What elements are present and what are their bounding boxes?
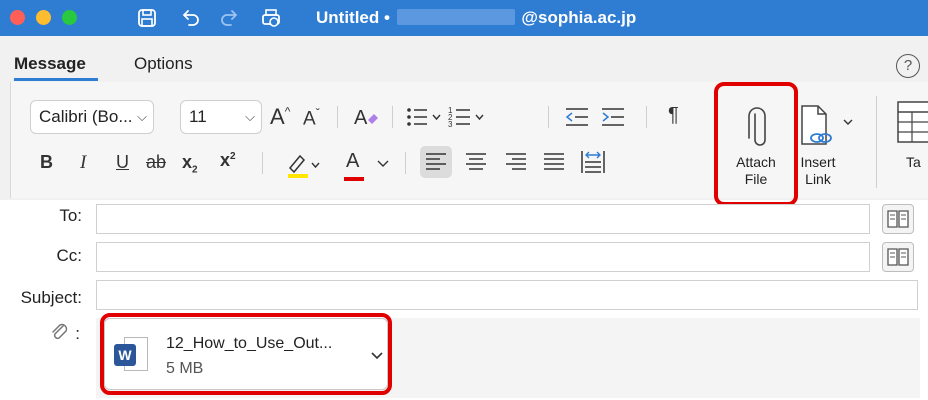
grow-font-button[interactable]: A^ xyxy=(270,104,290,130)
subject-field[interactable] xyxy=(96,280,918,310)
decrease-indent-icon[interactable] xyxy=(564,104,590,130)
address-book-icon xyxy=(887,248,909,266)
bold-button[interactable]: B xyxy=(40,152,53,173)
to-label: To: xyxy=(59,206,82,225)
minimize-window-button[interactable] xyxy=(36,10,51,25)
ribbon-separator xyxy=(548,106,549,128)
superscript-label: x xyxy=(220,150,231,170)
zoom-window-button[interactable] xyxy=(62,10,77,25)
font-color-button[interactable]: A xyxy=(344,150,364,181)
clear-formatting-icon[interactable]: A xyxy=(352,104,380,130)
insert-link-label-1: Insert xyxy=(800,154,836,170)
cc-label: Cc: xyxy=(56,246,83,265)
window-title: Untitled • @sophia.ac.jp xyxy=(316,8,636,28)
numbering-icon[interactable]: 1 2 3 xyxy=(448,104,490,130)
help-icon[interactable]: ? xyxy=(896,54,920,78)
subscript-button[interactable]: x2 xyxy=(182,152,198,176)
font-name-value: Calibri (Bo... xyxy=(39,107,133,126)
increase-indent-icon[interactable] xyxy=(600,104,626,130)
insert-link-icon[interactable] xyxy=(800,104,860,150)
justify-icon[interactable] xyxy=(542,150,566,174)
to-address-book-button[interactable] xyxy=(882,204,914,234)
svg-text:3: 3 xyxy=(448,120,453,129)
tab-message[interactable]: Message xyxy=(14,54,86,74)
superscript-button[interactable]: x2 xyxy=(220,150,236,171)
font-color-swatch xyxy=(344,177,364,181)
tab-options[interactable]: Options xyxy=(134,54,193,74)
highlight-box-attach xyxy=(714,82,798,206)
chevron-down-icon[interactable] xyxy=(376,158,390,170)
table-button-label[interactable]: Ta xyxy=(906,154,928,171)
title-bar: Untitled • @sophia.ac.jp xyxy=(0,0,928,36)
close-window-button[interactable] xyxy=(10,10,25,25)
subscript-label: x xyxy=(182,152,193,172)
bullets-icon[interactable] xyxy=(405,104,445,130)
highlight-icon[interactable] xyxy=(284,150,324,180)
attachment-label: : xyxy=(75,324,80,343)
highlight-box-attachment xyxy=(100,313,392,395)
save-icon[interactable] xyxy=(136,7,158,29)
ribbon-separator xyxy=(337,106,338,128)
font-size-select[interactable]: 11 ⌵ xyxy=(180,100,262,134)
ribbon-separator xyxy=(262,152,263,174)
show-formatting-button[interactable]: ¶ xyxy=(668,104,679,127)
subject-label: Subject: xyxy=(20,288,82,307)
table-icon[interactable] xyxy=(896,100,928,146)
undo-icon[interactable] xyxy=(180,7,202,29)
ribbon-separator xyxy=(876,96,877,188)
strikethrough-button[interactable]: ab xyxy=(146,152,166,173)
ribbon-separator xyxy=(392,106,393,128)
to-field[interactable] xyxy=(96,204,870,234)
italic-button[interactable]: I xyxy=(80,152,86,174)
redo-icon[interactable] xyxy=(218,7,240,29)
redacted-email xyxy=(396,9,515,25)
cc-address-book-button[interactable] xyxy=(882,242,914,272)
grow-font-label: A xyxy=(270,104,285,129)
window-title-prefix: Untitled • xyxy=(316,8,390,27)
ribbon-tabs: Message Options xyxy=(0,36,928,82)
shrink-font-label: A xyxy=(303,108,316,130)
distributed-icon[interactable] xyxy=(580,148,606,176)
insert-link-label-2: Link xyxy=(805,171,831,187)
active-tab-indicator xyxy=(14,78,98,81)
insert-link-button[interactable]: Insert Link xyxy=(796,154,840,188)
shrink-font-button[interactable]: Aˇ xyxy=(303,106,320,130)
cc-field[interactable] xyxy=(96,242,870,272)
chevron-down-icon: ⌵ xyxy=(245,109,255,124)
font-name-select[interactable]: Calibri (Bo... ⌵ xyxy=(30,100,154,134)
ribbon-separator xyxy=(405,152,406,174)
address-book-icon xyxy=(887,210,909,228)
font-color-label: A xyxy=(346,150,360,172)
paperclip-icon xyxy=(52,323,68,340)
align-center-icon[interactable] xyxy=(464,150,488,174)
font-size-value: 11 xyxy=(189,107,207,126)
window-title-suffix: @sophia.ac.jp xyxy=(521,8,637,27)
ribbon-separator xyxy=(646,106,647,128)
svg-text:A: A xyxy=(354,107,368,129)
underline-button[interactable]: U xyxy=(116,152,129,173)
chevron-down-icon: ⌵ xyxy=(137,109,147,124)
align-right-icon[interactable] xyxy=(504,150,528,174)
print-icon[interactable] xyxy=(260,7,282,29)
align-left-icon[interactable] xyxy=(424,150,448,174)
